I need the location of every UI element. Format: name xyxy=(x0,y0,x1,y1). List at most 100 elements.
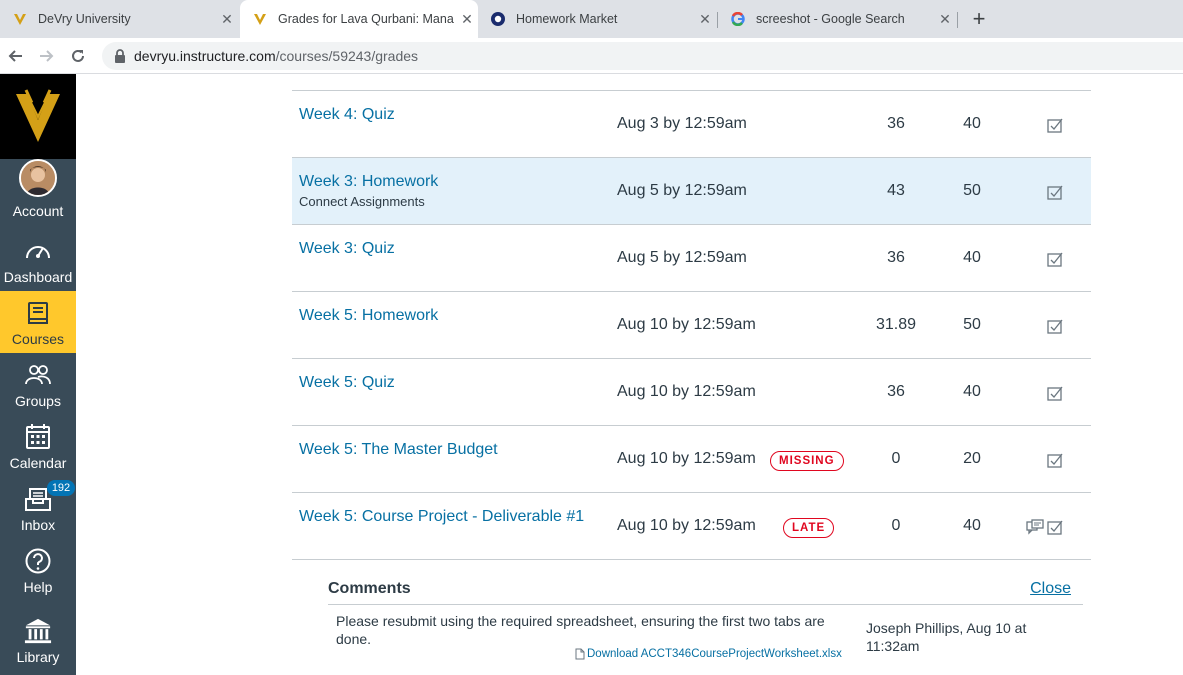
nav-label: Account xyxy=(12,203,64,219)
devry-favicon xyxy=(12,11,28,27)
nav-inbox[interactable]: Inbox 192 xyxy=(0,477,76,539)
score: 36 xyxy=(887,383,905,400)
inbox-unread-badge: 192 xyxy=(47,480,75,496)
url-host: devryu.instructure.com xyxy=(134,48,276,64)
comments-divider xyxy=(328,604,1083,605)
nav-label: Groups xyxy=(15,393,61,409)
score: 31.89 xyxy=(875,316,917,333)
assignment-title-link[interactable]: Week 5: Course Project - Deliverable #1 xyxy=(299,508,584,526)
score: 36 xyxy=(887,249,905,266)
assignment-row: Week 5: Quiz Aug 10 by 12:59am 36 40 xyxy=(292,359,1091,426)
score: 36 xyxy=(887,115,905,132)
attachment-label: Download ACCT346CourseProjectWorksheet.x… xyxy=(587,648,842,660)
due-date: Aug 10 by 12:59am xyxy=(617,450,756,467)
points-possible: 40 xyxy=(963,517,981,534)
browser-tab-google[interactable]: screeshot - Google Search ✕ xyxy=(718,0,956,38)
assignment-row: Week 5: Homework Aug 10 by 12:59am 31.89… xyxy=(292,292,1091,359)
late-status-pill: LATE xyxy=(783,518,835,538)
points-possible: 40 xyxy=(963,383,981,400)
browser-tab-homework-market[interactable]: Homework Market ✕ xyxy=(478,0,716,38)
nav-label: Help xyxy=(23,579,53,595)
muted-toggle-icon[interactable] xyxy=(1046,250,1064,268)
nav-label: Dashboard xyxy=(3,269,73,285)
comment-text: Please resubmit using the required sprea… xyxy=(336,613,825,647)
comments-panel: Comments Close Please resubmit using the… xyxy=(328,574,1083,675)
points-possible: 40 xyxy=(963,249,981,266)
due-date: Aug 5 by 12:59am xyxy=(617,249,747,266)
close-tab-icon[interactable]: ✕ xyxy=(934,11,956,28)
muted-toggle-icon[interactable] xyxy=(1046,317,1064,335)
forward-icon[interactable] xyxy=(34,44,58,68)
comment-author: Joseph Phillips, Aug 10 at 11:32am xyxy=(866,620,1027,654)
nav-dashboard[interactable]: Dashboard xyxy=(0,229,76,291)
assignment-title-link[interactable]: Week 4: Quiz xyxy=(299,106,395,124)
library-icon xyxy=(24,617,52,645)
tab-title: DeVry University xyxy=(38,12,131,26)
due-date: Aug 10 by 12:59am xyxy=(617,517,756,534)
tab-separator xyxy=(957,12,958,28)
muted-toggle-icon[interactable] xyxy=(1046,384,1064,402)
browser-tab-strip: DeVry University ✕ Grades for Lava Qurba… xyxy=(0,0,1183,38)
assignment-row: Week 4: Quiz Aug 3 by 12:59am 36 40 xyxy=(292,91,1091,158)
nav-label: Library xyxy=(16,649,60,665)
canvas-favicon xyxy=(252,11,268,27)
url-field[interactable]: devryu.instructure.com/courses/59243/gra… xyxy=(102,42,1183,70)
browser-tab-devry[interactable]: DeVry University ✕ xyxy=(0,0,238,38)
muted-toggle-icon[interactable] xyxy=(1046,451,1064,469)
close-tab-icon[interactable]: ✕ xyxy=(216,11,238,28)
tab-title: Grades for Lava Qurbani: Mana xyxy=(278,12,454,26)
due-date: Aug 5 by 12:59am xyxy=(617,182,747,199)
due-date: Aug 3 by 12:59am xyxy=(617,115,747,132)
courses-icon xyxy=(24,299,52,327)
nav-help[interactable]: Help xyxy=(0,539,76,601)
assignment-row: Week 3: Homework Connect Assignments Aug… xyxy=(292,158,1091,225)
nav-label: Calendar xyxy=(9,455,67,471)
nav-account[interactable]: Account xyxy=(0,159,76,225)
calendar-icon xyxy=(24,423,52,451)
score: 0 xyxy=(891,517,901,534)
dashboard-icon xyxy=(24,237,52,265)
attachment-download-link[interactable]: Download ACCT346CourseProjectWorksheet.x… xyxy=(575,648,842,660)
comment-icon[interactable] xyxy=(1026,518,1044,536)
google-favicon xyxy=(730,11,746,27)
points-possible: 20 xyxy=(963,450,981,467)
muted-toggle-icon[interactable] xyxy=(1046,116,1064,134)
assignment-title-link[interactable]: Week 3: Quiz xyxy=(299,240,395,258)
new-tab-button[interactable]: + xyxy=(966,7,992,33)
back-icon[interactable] xyxy=(4,44,28,68)
nav-groups[interactable]: Groups xyxy=(0,353,76,415)
nav-calendar[interactable]: Calendar xyxy=(0,415,76,477)
nav-courses[interactable]: Courses xyxy=(0,291,76,353)
assignment-group: Connect Assignments xyxy=(299,194,425,209)
due-date: Aug 10 by 12:59am xyxy=(617,316,756,333)
address-bar: devryu.instructure.com/courses/59243/gra… xyxy=(0,38,1183,74)
nav-label: Courses xyxy=(11,331,65,347)
lock-icon xyxy=(114,49,126,63)
assignment-title-link[interactable]: Week 3: Homework xyxy=(299,173,438,191)
devry-logo[interactable] xyxy=(0,74,76,159)
score: 43 xyxy=(887,182,905,199)
nav-library[interactable]: Library xyxy=(0,601,76,671)
assignment-title-link[interactable]: Week 5: Homework xyxy=(299,307,438,325)
due-date: Aug 10 by 12:59am xyxy=(617,383,756,400)
points-possible: 40 xyxy=(963,115,981,132)
close-comments-link[interactable]: Close xyxy=(1030,580,1071,598)
comments-heading: Comments xyxy=(328,580,411,597)
browser-tab-grades[interactable]: Grades for Lava Qurbani: Mana ✕ xyxy=(240,0,478,38)
nav-label: Inbox xyxy=(20,517,56,533)
assignment-title-link[interactable]: Week 5: The Master Budget xyxy=(299,441,498,459)
reload-icon[interactable] xyxy=(66,44,90,68)
close-tab-icon[interactable]: ✕ xyxy=(456,11,478,28)
grades-content: Week 4: Quiz Aug 3 by 12:59am 36 40 Week… xyxy=(76,74,1183,675)
global-navigation: Account Dashboard Courses Groups Calenda… xyxy=(0,74,76,675)
assignment-row: Week 3: Quiz Aug 5 by 12:59am 36 40 xyxy=(292,225,1091,292)
url-path: /courses/59243/grades xyxy=(275,48,419,64)
close-tab-icon[interactable]: ✕ xyxy=(694,11,716,28)
muted-toggle-icon[interactable] xyxy=(1046,518,1064,536)
file-icon xyxy=(575,648,586,660)
assignment-title-link[interactable]: Week 5: Quiz xyxy=(299,374,395,392)
muted-toggle-icon[interactable] xyxy=(1046,183,1064,201)
homework-market-favicon xyxy=(490,11,506,27)
points-possible: 50 xyxy=(963,316,981,333)
avatar xyxy=(19,159,57,197)
